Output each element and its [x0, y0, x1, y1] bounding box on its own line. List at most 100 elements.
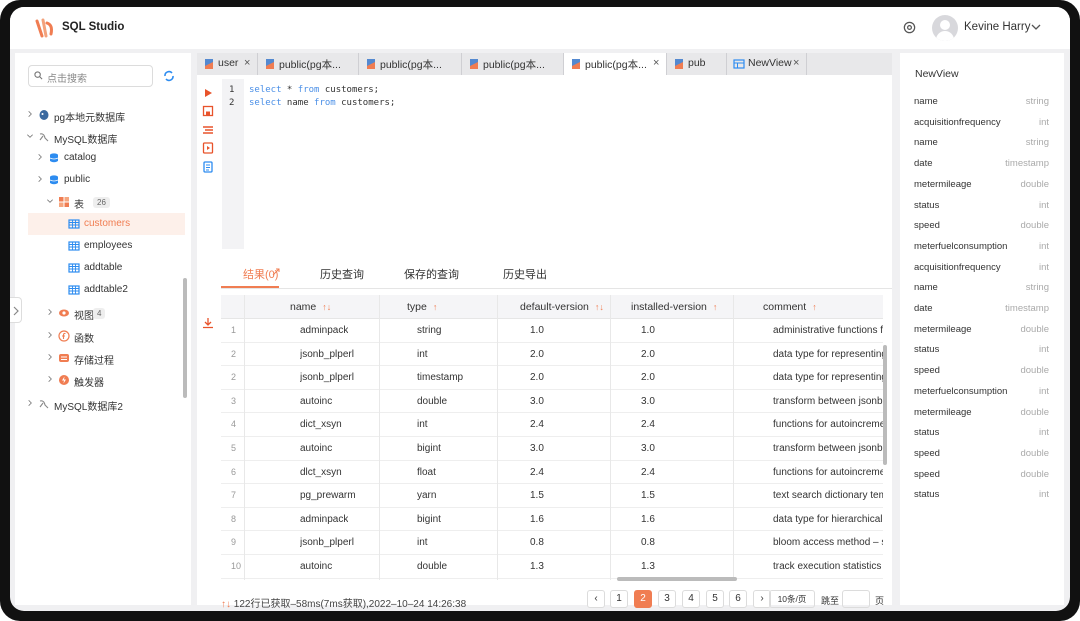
results-tab-2[interactable]: 保存的查询: [404, 266, 459, 282]
column-header-type[interactable]: type ↑: [407, 301, 437, 313]
tab-4[interactable]: public(pg本... ×: [564, 53, 667, 75]
tree-item-7[interactable]: addtable: [15, 257, 191, 279]
sql-file-icon: [266, 59, 274, 69]
tree-item-0[interactable]: pg本地元数据库: [15, 104, 191, 126]
tab-2[interactable]: public(pg本...: [359, 53, 462, 75]
table-row[interactable]: 3 autoinc double 3.0 3.0 transform between js…: [221, 390, 883, 414]
schema-field[interactable]: name string: [914, 96, 1049, 116]
tab-6[interactable]: NewView ×: [727, 53, 807, 75]
schema-field[interactable]: acquisitionfrequency int: [914, 262, 1049, 282]
tree-item-4[interactable]: 表 26: [15, 191, 191, 213]
schema-field[interactable]: name string: [914, 137, 1049, 157]
sort-icon[interactable]: ↑: [812, 302, 817, 312]
schema-field[interactable]: metermileage double: [914, 179, 1049, 199]
tree-item-12[interactable]: 触发器: [15, 369, 191, 391]
schema-field[interactable]: status int: [914, 489, 1049, 509]
table-row[interactable]: 5 autoinc bigint 3.0 3.0 transform between js…: [221, 437, 883, 461]
schema-field[interactable]: speed double: [914, 220, 1049, 240]
close-icon[interactable]: ×: [793, 57, 799, 69]
table-icon: [68, 241, 80, 251]
table-row[interactable]: 6 dlct_xsyn float 2.4 2.4 functions for autoi…: [221, 461, 883, 485]
schema-field[interactable]: acquisitionfrequency int: [914, 117, 1049, 137]
download-icon[interactable]: [202, 317, 214, 329]
tree-item-9[interactable]: 视图 4: [15, 302, 191, 324]
table-row[interactable]: 10 autoinc double 1.3 1.3 track execution sta…: [221, 555, 883, 579]
sidebar-collapse-button[interactable]: [10, 297, 22, 323]
page-button-1[interactable]: 1: [610, 590, 628, 608]
avatar[interactable]: [932, 15, 958, 41]
code-line[interactable]: select * from customers;: [249, 85, 379, 95]
column-header-default-version[interactable]: default-version ↑↓: [520, 301, 604, 313]
page-button-4[interactable]: 4: [682, 590, 700, 608]
column-header-comment[interactable]: comment ↑: [763, 301, 817, 313]
sql-editor[interactable]: 1 select * from customers; 2 select name fr…: [197, 75, 892, 253]
tab-5[interactable]: pub: [667, 53, 727, 75]
sort-icon[interactable]: ↑: [433, 302, 438, 312]
sort-icon[interactable]: ↑↓: [322, 302, 331, 312]
tree-item-8[interactable]: addtable2: [15, 279, 191, 301]
table-row[interactable]: 8 adminpack bigint 1.6 1.6 data type for hier…: [221, 508, 883, 532]
sort-icon[interactable]: ↑: [713, 302, 718, 312]
schema-field[interactable]: status int: [914, 344, 1049, 364]
grid-vertical-scrollbar[interactable]: [883, 345, 887, 465]
table-row[interactable]: 4 dict_xsyn int 2.4 2.4 functions for autoinc…: [221, 413, 883, 437]
table-row[interactable]: 1 adminpack string 1.0 1.0 administrative fu…: [221, 319, 883, 343]
column-header-installed-version[interactable]: installed-version ↑: [631, 301, 717, 313]
prev-page-button[interactable]: ‹: [587, 590, 605, 608]
tab-3[interactable]: public(pg本...: [462, 53, 564, 75]
chevron-down-icon[interactable]: [1030, 21, 1042, 33]
schema-field[interactable]: status int: [914, 200, 1049, 220]
user-name[interactable]: Kevine Harry: [964, 21, 1030, 33]
schema-field[interactable]: speed double: [914, 448, 1049, 468]
expand-icon[interactable]: [272, 268, 280, 276]
execute-script-icon[interactable]: [202, 142, 214, 154]
page-size-select[interactable]: 10条/页: [769, 590, 815, 608]
schema-field[interactable]: meterfuelconsumption int: [914, 241, 1049, 261]
format-icon[interactable]: [202, 124, 214, 136]
page-button-2[interactable]: 2: [634, 590, 652, 608]
code-line[interactable]: select name from customers;: [249, 98, 395, 108]
schema-field[interactable]: speed double: [914, 365, 1049, 385]
tree-item-13[interactable]: MySQL数据库2: [15, 393, 191, 415]
schema-field[interactable]: date timestamp: [914, 158, 1049, 178]
close-icon[interactable]: ×: [244, 57, 250, 69]
tree-item-3[interactable]: public: [15, 169, 191, 191]
schema-field[interactable]: metermileage double: [914, 324, 1049, 344]
schema-field[interactable]: speed double: [914, 469, 1049, 489]
table-row[interactable]: 7 pg_prewarm yarn 1.5 1.5 text search diction…: [221, 484, 883, 508]
tree-item-10[interactable]: 函数: [15, 325, 191, 347]
results-tab-3[interactable]: 历史导出: [503, 266, 547, 282]
schema-field[interactable]: date timestamp: [914, 303, 1049, 323]
sidebar-scrollbar[interactable]: [183, 278, 187, 398]
tab-1[interactable]: public(pg本...: [258, 53, 359, 75]
tree-item-label: 触发器: [74, 378, 104, 389]
document-icon[interactable]: [202, 161, 214, 173]
page-button-3[interactable]: 3: [658, 590, 676, 608]
tree-item-5[interactable]: customers: [28, 213, 185, 235]
tree-item-2[interactable]: catalog: [15, 147, 191, 169]
page-button-6[interactable]: 6: [729, 590, 747, 608]
schema-field[interactable]: name string: [914, 282, 1049, 302]
refresh-icon[interactable]: [163, 70, 175, 82]
schema-field[interactable]: status int: [914, 427, 1049, 447]
schema-field[interactable]: metermileage double: [914, 407, 1049, 427]
run-icon[interactable]: [202, 87, 214, 99]
jump-page-input[interactable]: [842, 590, 870, 608]
tab-0[interactable]: user ×: [197, 53, 258, 75]
schema-field[interactable]: meterfuelconsumption int: [914, 386, 1049, 406]
results-tab-1[interactable]: 历史查询: [320, 266, 364, 282]
close-icon[interactable]: ×: [653, 57, 659, 69]
tree-item-6[interactable]: employees: [15, 235, 191, 257]
tree-item-1[interactable]: MySQL数据库: [15, 126, 191, 148]
sort-icon[interactable]: ↑↓: [595, 302, 604, 312]
save-icon[interactable]: [202, 105, 214, 117]
column-header-name[interactable]: name ↑↓: [290, 301, 331, 313]
table-row[interactable]: 2 jsonb_plperl int 2.0 2.0 data type for repr…: [221, 343, 883, 367]
tree-item-11[interactable]: 存储过程: [15, 347, 191, 369]
page-button-5[interactable]: 5: [706, 590, 724, 608]
table-row[interactable]: 2 jsonb_plperl timestamp 2.0 2.0 data type fo…: [221, 366, 883, 390]
search-input[interactable]: 点击搜索: [28, 65, 153, 87]
gear-icon[interactable]: [902, 20, 917, 35]
table-row[interactable]: 9 jsonb_plperl int 0.8 0.8 bloom access metho…: [221, 531, 883, 555]
grid-horizontal-scrollbar[interactable]: [617, 577, 737, 581]
